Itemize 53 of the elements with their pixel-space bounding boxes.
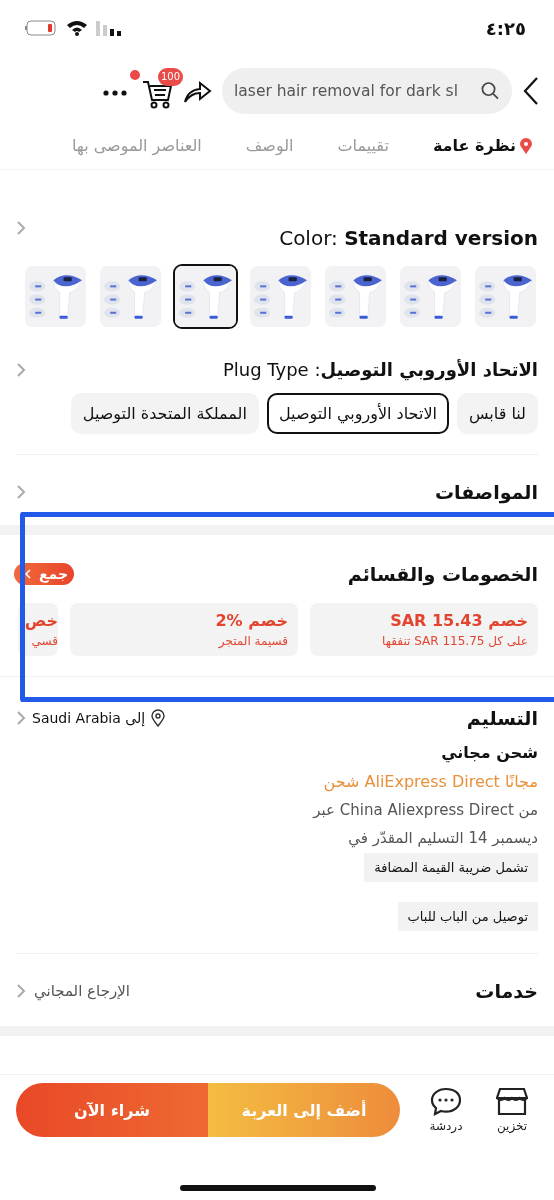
section-title: خدمات <box>475 980 538 1002</box>
route-text: من China Aliexpress Direct عبر <box>311 801 538 819</box>
color-thumbnail[interactable] <box>473 264 538 329</box>
chat-button[interactable]: دردشة <box>420 1087 472 1133</box>
cart-icon[interactable] <box>142 78 172 110</box>
location-pin-icon <box>151 709 166 727</box>
tab[interactable]: نظرة عامة <box>432 136 532 155</box>
color-thumbnail[interactable] <box>248 264 313 329</box>
chat-icon <box>430 1087 462 1117</box>
delivery-tag: توصيل من الباب للباب <box>397 902 538 931</box>
wifi-icon <box>66 20 88 36</box>
color-thumbnail[interactable] <box>323 264 388 329</box>
color-thumbnail[interactable] <box>173 264 238 329</box>
battery-icon <box>24 20 58 36</box>
cart-count-badge: 100 <box>158 68 184 86</box>
share-icon[interactable] <box>182 78 212 104</box>
coupon-subtitle: قسي <box>30 634 58 648</box>
collect-button[interactable]: جمع <box>14 563 75 585</box>
delivery-tag: تشمل ضريبة القيمة المضافة <box>364 853 538 882</box>
carrier-text: مجانًا AliExpress Direct شحن <box>322 772 538 791</box>
color-label: Color: Standard version <box>279 226 538 250</box>
service-text[interactable]: الإرجاع المجاني <box>34 982 130 1000</box>
plug-option[interactable]: المملكة المتحدة التوصيل <box>70 393 259 434</box>
coupon-subtitle: على كل SAR 115.75 تنفقها <box>381 634 528 648</box>
section-title: المواصفات <box>434 481 538 503</box>
more-icon[interactable] <box>102 88 128 97</box>
search-icon <box>481 81 500 101</box>
coupon-title: خص <box>23 611 58 630</box>
plug-option[interactable]: لنا قابس <box>456 393 538 434</box>
destination-text[interactable]: إلى Saudi Arabia <box>32 710 146 726</box>
section-title: الخصومات والقسائم <box>347 563 538 585</box>
color-thumbnail[interactable] <box>398 264 463 329</box>
search-field[interactable]: laser hair removal for dark sl <box>234 82 476 100</box>
coupon-card[interactable]: خصم SAR 15.43 على كل SAR 115.75 تنفقها <box>310 603 538 656</box>
coupon-card[interactable]: خصم %2 قسيمة المتجر <box>70 603 298 656</box>
store-button[interactable]: تخزين <box>486 1087 538 1133</box>
section-title: التسليم <box>466 707 538 729</box>
delivery-estimate: ديسمبر 14 التسليم المقدّر في <box>347 829 538 847</box>
location-pin-icon <box>520 137 532 154</box>
search-field[interactable]: laser hair removal for dark sl <box>222 68 512 114</box>
signal-icon <box>96 20 122 36</box>
color-thumbnail[interactable] <box>98 264 163 329</box>
color-thumbnail[interactable] <box>23 264 88 329</box>
buy-now-button[interactable]: شراء الآن <box>16 1083 208 1137</box>
back-icon[interactable] <box>522 76 540 106</box>
shipping-title: شحن مجاني <box>440 743 538 762</box>
coupon-title: خصم %2 <box>214 611 288 630</box>
plug-option[interactable]: الاتحاد الأوروبي التوصيل <box>266 393 449 434</box>
coupon-subtitle: قسيمة المتجر <box>217 634 288 648</box>
coupon-title: خصم SAR 15.43 <box>389 611 528 630</box>
chevron-icon <box>24 569 31 579</box>
status-time: ٤:٢٥ <box>485 17 526 39</box>
store-icon <box>496 1087 528 1117</box>
